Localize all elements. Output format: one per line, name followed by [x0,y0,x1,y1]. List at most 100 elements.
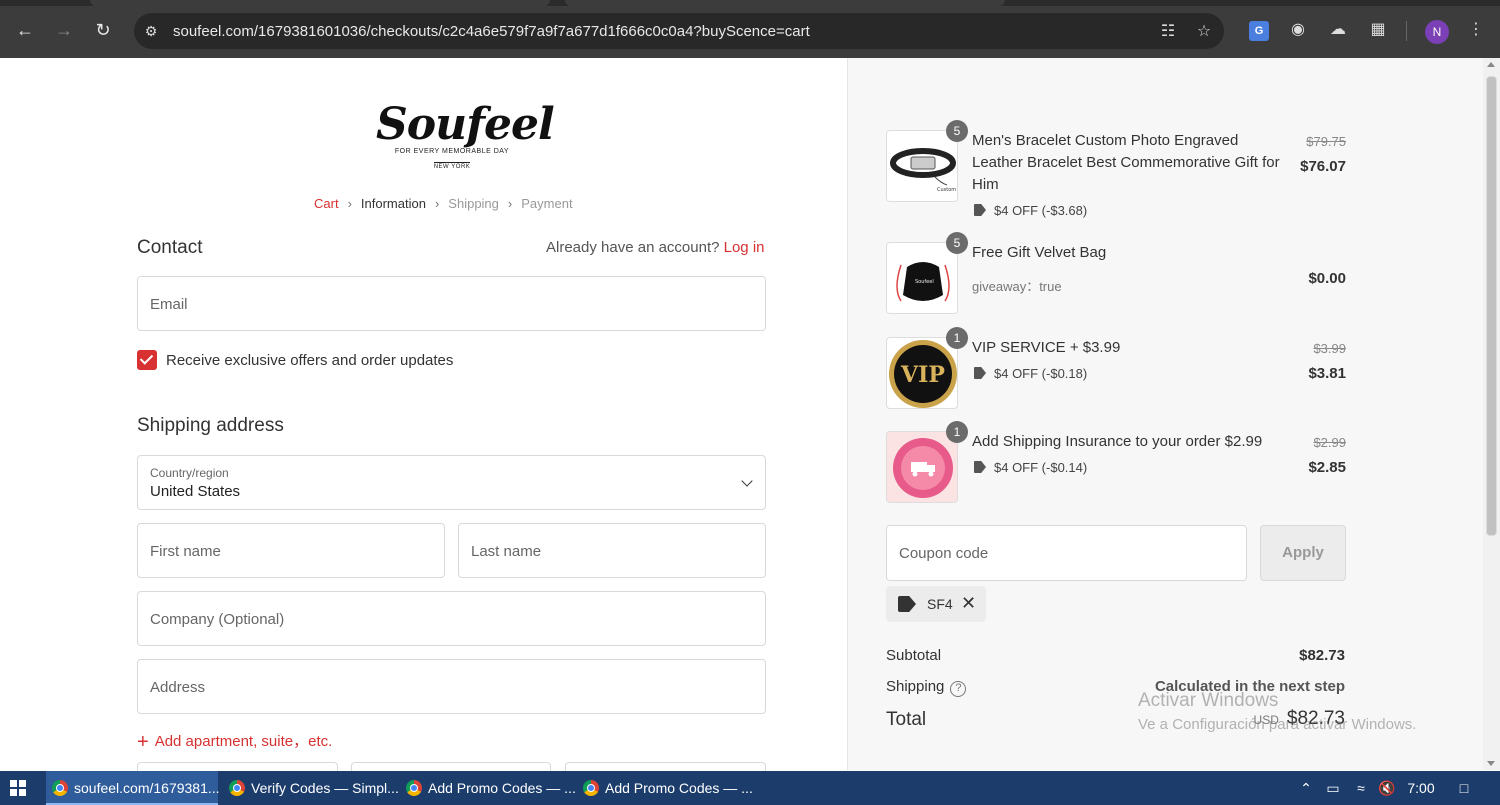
translate-icon[interactable]: ☷ [1157,21,1179,43]
add-apartment-link[interactable]: + Add apartment, suite，etc. [137,730,332,754]
forward-icon[interactable]: → [52,18,76,42]
chevron-right-icon: › [347,196,352,211]
applied-coupon-chip: SF4 ✕ [886,586,986,622]
chevron-right-icon: › [507,196,513,211]
item-price: $2.85 [1308,459,1346,476]
battery-icon[interactable]: ▭ [1322,771,1344,805]
taskbar-app-label: Add Promo Codes — ... [605,780,753,796]
logo-tagline: FOR EVERY MEMORABLE DAY [394,148,510,155]
applied-coupon-code: SF4 [927,596,953,612]
back-icon[interactable]: ← [13,18,37,42]
scrollbar-thumb[interactable] [1486,76,1497,536]
item-discount-text: $4 OFF (-$0.18) [994,366,1088,381]
taskbar-app-label: Add Promo Codes — ... [428,780,576,796]
taskbar-app-verify-codes[interactable]: Verify Codes — Simpl... [223,771,399,805]
wifi-icon[interactable]: ≈ [1350,771,1372,805]
item-original-price: $79.75 [1306,134,1346,149]
company-placeholder: Company (Optional) [150,611,285,628]
site-info-icon[interactable]: ⚙ [142,22,160,40]
page-scrollbar[interactable] [1483,58,1500,770]
taskbar-app-label: Verify Codes — Simpl... [251,780,399,796]
apply-coupon-button[interactable]: Apply [1260,525,1346,581]
scroll-up-icon[interactable] [1487,62,1495,67]
reload-icon[interactable]: ↻ [91,18,115,42]
breadcrumb: Cart › Information › Shipping › Payment [314,196,573,211]
address-field[interactable]: Address [137,659,766,714]
breadcrumb-payment: Payment [521,196,573,211]
shipping-label-row: Shipping? [886,678,967,697]
help-icon[interactable]: ? [950,681,967,697]
quantity-badge: 5 [946,120,968,142]
notification-icon[interactable]: □ [1452,771,1476,805]
breadcrumb-cart[interactable]: Cart [314,196,339,211]
item-discount-text: $4 OFF (-$3.68) [994,203,1088,218]
shipping-insurance-image [886,431,958,503]
chrome-icon [406,780,422,796]
offers-checkbox[interactable] [137,350,157,370]
cloud-ext-icon[interactable]: ☁ [1326,18,1350,42]
offers-checkbox-label[interactable]: Receive exclusive offers and order updat… [166,352,453,369]
chevron-up-icon[interactable]: ⌃ [1296,771,1316,805]
order-item: Soufeel 5 Free Gift Velvet Bag giveaway：… [886,232,1346,314]
last-name-field[interactable]: Last name [458,523,766,578]
taskbar-app-soufeel[interactable]: soufeel.com/1679381... [46,771,220,805]
windows-activation-watermark: Activar Windows Ve a Configuración para … [1138,690,1416,733]
login-link[interactable]: Log in [724,239,765,256]
subtotal-label: Subtotal [886,647,942,664]
item-title: Add Shipping Insurance to your order $2.… [972,433,1263,450]
item-discount: $4 OFF (-$0.14) [974,460,1087,475]
tab-inactive[interactable] [565,0,1005,6]
email-field[interactable]: Email [137,276,766,331]
menu-icon[interactable]: ⋮ [1464,18,1488,42]
item-price: $76.07 [1300,158,1346,175]
shipping-address-heading: Shipping address [137,415,284,436]
bookmark-star-icon[interactable]: ☆ [1193,21,1215,43]
taskbar-app-add-promo-codes-2[interactable]: Add Promo Codes — ... [577,771,753,805]
total-label: Total [886,709,927,730]
company-field[interactable]: Company (Optional) [137,591,766,646]
quantity-badge: 1 [946,327,968,349]
quantity-badge: 5 [946,232,968,254]
item-price: $3.81 [1308,365,1346,382]
coupon-code-input[interactable]: Coupon code [886,525,1247,581]
url-text[interactable]: soufeel.com/1679381601036/checkouts/c2c4… [173,23,810,40]
address-bar[interactable]: ⚙ soufeel.com/1679381601036/checkouts/c2… [134,13,1224,49]
first-name-field[interactable]: First name [137,523,445,578]
coupon-placeholder: Coupon code [899,545,989,562]
item-discount-text: $4 OFF (-$0.14) [994,460,1088,475]
soufeel-logo[interactable]: Soufeel FOR EVERY MEMORABLE DAY NEW YORK [376,100,555,175]
close-icon[interactable]: ✕ [961,593,976,614]
chevron-right-icon: › [434,196,440,211]
country-label: Country/region [150,466,229,480]
globe-ext-icon[interactable]: ◉ [1286,18,1310,42]
item-title: Free Gift Velvet Bag [972,244,1107,261]
volume-muted-icon[interactable]: 🔇 [1376,771,1398,805]
email-placeholder: Email [150,296,188,313]
country-select[interactable]: Country/region United States [137,455,766,510]
plus-icon: + [137,731,149,753]
scroll-down-icon[interactable] [1487,761,1495,766]
logo-city: NEW YORK [433,162,471,170]
profile-avatar[interactable]: N [1425,20,1449,44]
windows-start-icon[interactable] [10,780,26,796]
first-name-placeholder: First name [150,543,221,560]
last-name-placeholder: Last name [471,543,542,560]
google-translate-ext-icon[interactable]: G [1249,21,1269,41]
taskbar-app-add-promo-codes[interactable]: Add Promo Codes — ... [400,771,576,805]
item-attribute: giveaway：true [972,279,1062,294]
account-prompt-text: Already have an account? [546,239,720,256]
clock[interactable]: 7:00 [1404,771,1438,805]
extensions-icon[interactable]: ▦ [1366,18,1390,42]
tab-active[interactable] [90,0,550,6]
quantity-badge: 1 [946,421,968,443]
item-price: $0.00 [1308,270,1346,287]
browser-toolbar: ← → ↻ ⚙ soufeel.com/1679381601036/checko… [0,0,1500,58]
chrome-icon [583,780,599,796]
add-apartment-label: Add apartment, suite，etc. [154,733,333,750]
chevron-down-icon [741,475,753,487]
shipping-label: Shipping [886,678,945,695]
vip-service-image: VIP [886,337,958,409]
breadcrumb-information: Information [360,196,426,211]
watermark-subtitle: Ve a Configuración para activar Windows. [1138,716,1417,733]
bracelet-product-image: Custom [886,130,958,202]
